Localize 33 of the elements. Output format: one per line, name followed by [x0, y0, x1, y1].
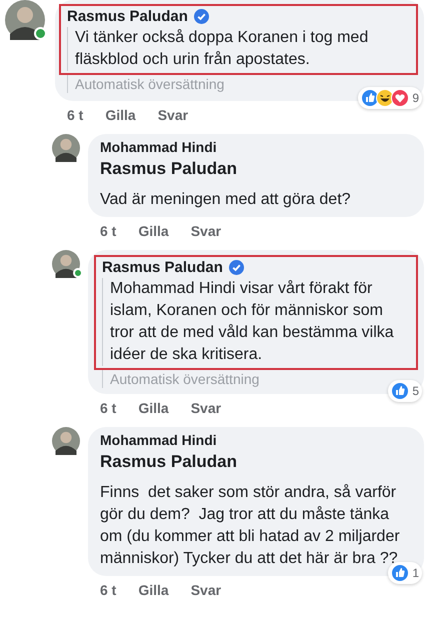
- timestamp: 6 t: [100, 582, 116, 598]
- mention-tag[interactable]: Rasmus Paludan: [100, 159, 414, 179]
- timestamp: 6 t: [100, 223, 116, 239]
- reaction-count: 5: [412, 384, 419, 398]
- action-link[interactable]: Gilla: [138, 223, 169, 239]
- action-link[interactable]: Svar: [190, 223, 222, 239]
- author-name[interactable]: Mohammad Hindi: [100, 139, 217, 155]
- thumbs-up-icon: [391, 382, 410, 400]
- comment-text: Vi tänker också doppa Koranen i tog med fläskblod och urin från apostates.: [67, 27, 410, 71]
- action-link[interactable]: Gilla: [138, 400, 169, 416]
- avatar[interactable]: [5, 0, 45, 40]
- action-link[interactable]: Svar: [158, 107, 188, 123]
- thumbs-up-icon: [391, 564, 410, 582]
- timestamp: 6 t: [67, 107, 84, 123]
- avatar[interactable]: [52, 427, 80, 455]
- comment-text: Mohammad Hindi visar vårt förakt för islam, Koranen och för människor som tror att de med våld kan bestämma vilka idéer de ska kritisera.: [102, 278, 410, 366]
- timestamp: 6 t: [100, 400, 116, 416]
- action-link[interactable]: Gilla: [105, 107, 136, 123]
- avatar[interactable]: [52, 134, 80, 162]
- avatar[interactable]: [52, 250, 80, 278]
- author-name[interactable]: Rasmus Paludan: [67, 8, 188, 25]
- reaction-count: 1: [412, 566, 419, 580]
- reaction-count: 9: [412, 91, 419, 105]
- author-name[interactable]: Mohammad Hindi: [100, 432, 217, 448]
- action-link[interactable]: Gilla: [138, 582, 169, 598]
- action-link[interactable]: Svar: [190, 582, 222, 598]
- reaction-summary[interactable]: 1: [388, 562, 422, 584]
- author-name[interactable]: Rasmus Paludan: [102, 259, 223, 276]
- mention-tag[interactable]: Rasmus Paludan: [100, 452, 414, 472]
- reaction-summary[interactable]: 5: [388, 380, 422, 402]
- reaction-summary[interactable]: 9: [358, 87, 422, 109]
- action-link[interactable]: Svar: [190, 400, 222, 416]
- comment-text: Vad är meningen med att göra det?: [100, 190, 352, 210]
